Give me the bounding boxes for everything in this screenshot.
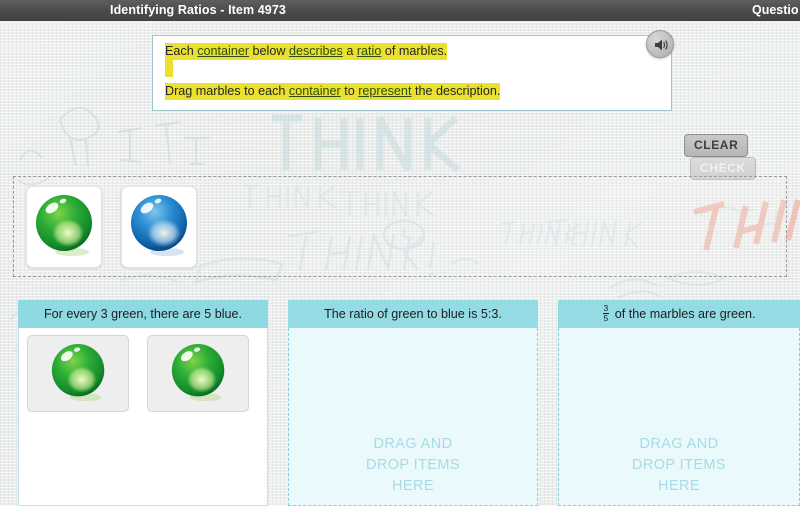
answer-container-2[interactable]: The ratio of green to blue is 5:3. DRAG …: [288, 300, 538, 506]
page-title: Identifying Ratios - Item 4973: [110, 3, 286, 17]
instr-text: Each: [165, 44, 198, 58]
dropped-marble-1[interactable]: [27, 335, 129, 412]
container-3-header-text: of the marbles are green.: [611, 307, 756, 321]
answer-container-1[interactable]: For every 3 green, there are 5 blue.: [18, 300, 268, 506]
question-label: Questio: [752, 3, 799, 17]
drop-placeholder-line-1: DRAG AND: [639, 436, 719, 452]
container-1-dropzone[interactable]: [18, 328, 268, 506]
container-3-dropzone[interactable]: DRAG AND DROP ITEMS HERE: [558, 328, 800, 506]
source-marble-blue[interactable]: [121, 186, 197, 268]
glossary-link-describes[interactable]: describes: [289, 44, 343, 58]
drop-placeholder-line-3: HERE: [392, 478, 434, 494]
answer-container-3[interactable]: 3 5 of the marbles are green. DRAG AND D…: [558, 300, 800, 506]
instruction-panel: Each container below describes a ratio o…: [152, 35, 672, 111]
container-3-header: 3 5 of the marbles are green.: [558, 300, 800, 328]
drop-placeholder-line-2: DROP ITEMS: [366, 457, 460, 473]
instruction-line-2: Drag marbles to each container to repres…: [165, 83, 501, 100]
fraction-denominator: 5: [603, 313, 609, 323]
green-marble-icon: [170, 342, 228, 404]
green-marble-icon: [34, 193, 96, 259]
marble-source-tray[interactable]: [13, 176, 787, 277]
glossary-link-container-2[interactable]: container: [289, 84, 341, 98]
container-2-header: The ratio of green to blue is 5:3.: [288, 300, 538, 328]
drop-placeholder-line-1: DRAG AND: [373, 436, 453, 452]
blue-marble-icon: [129, 193, 191, 259]
clear-button[interactable]: CLEAR: [684, 134, 749, 157]
fraction-three-fifths: 3 5: [602, 304, 610, 323]
action-bar: CLEAR CHECK: [684, 134, 800, 180]
instruction-blank-line: [165, 60, 173, 77]
glossary-link-container-1[interactable]: container: [197, 44, 249, 58]
drop-placeholder-2: DRAG AND DROP ITEMS HERE: [289, 434, 537, 497]
glossary-link-represent[interactable]: represent: [358, 84, 411, 98]
dropped-marble-2[interactable]: [147, 335, 249, 412]
window-titlebar: Identifying Ratios - Item 4973 Questio: [0, 0, 800, 21]
drop-placeholder-line-3: HERE: [658, 478, 700, 494]
source-marble-green[interactable]: [26, 186, 102, 268]
glossary-link-ratio[interactable]: ratio: [357, 44, 382, 58]
drop-placeholder-line-2: DROP ITEMS: [632, 457, 726, 473]
container-1-header: For every 3 green, there are 5 blue.: [18, 300, 268, 328]
drop-placeholder-3: DRAG AND DROP ITEMS HERE: [559, 434, 799, 497]
instr-text: a: [342, 44, 357, 58]
audio-play-button[interactable]: [646, 30, 674, 58]
instr-text: Drag marbles to each: [165, 84, 289, 98]
instr-text: the description.: [411, 84, 501, 98]
instr-text: of marbles.: [381, 44, 448, 58]
instruction-line-1: Each container below describes a ratio o…: [165, 43, 448, 60]
instr-text: to: [340, 84, 359, 98]
green-marble-icon: [50, 342, 108, 404]
instr-text: below: [249, 44, 289, 58]
container-2-dropzone[interactable]: DRAG AND DROP ITEMS HERE: [288, 328, 538, 506]
